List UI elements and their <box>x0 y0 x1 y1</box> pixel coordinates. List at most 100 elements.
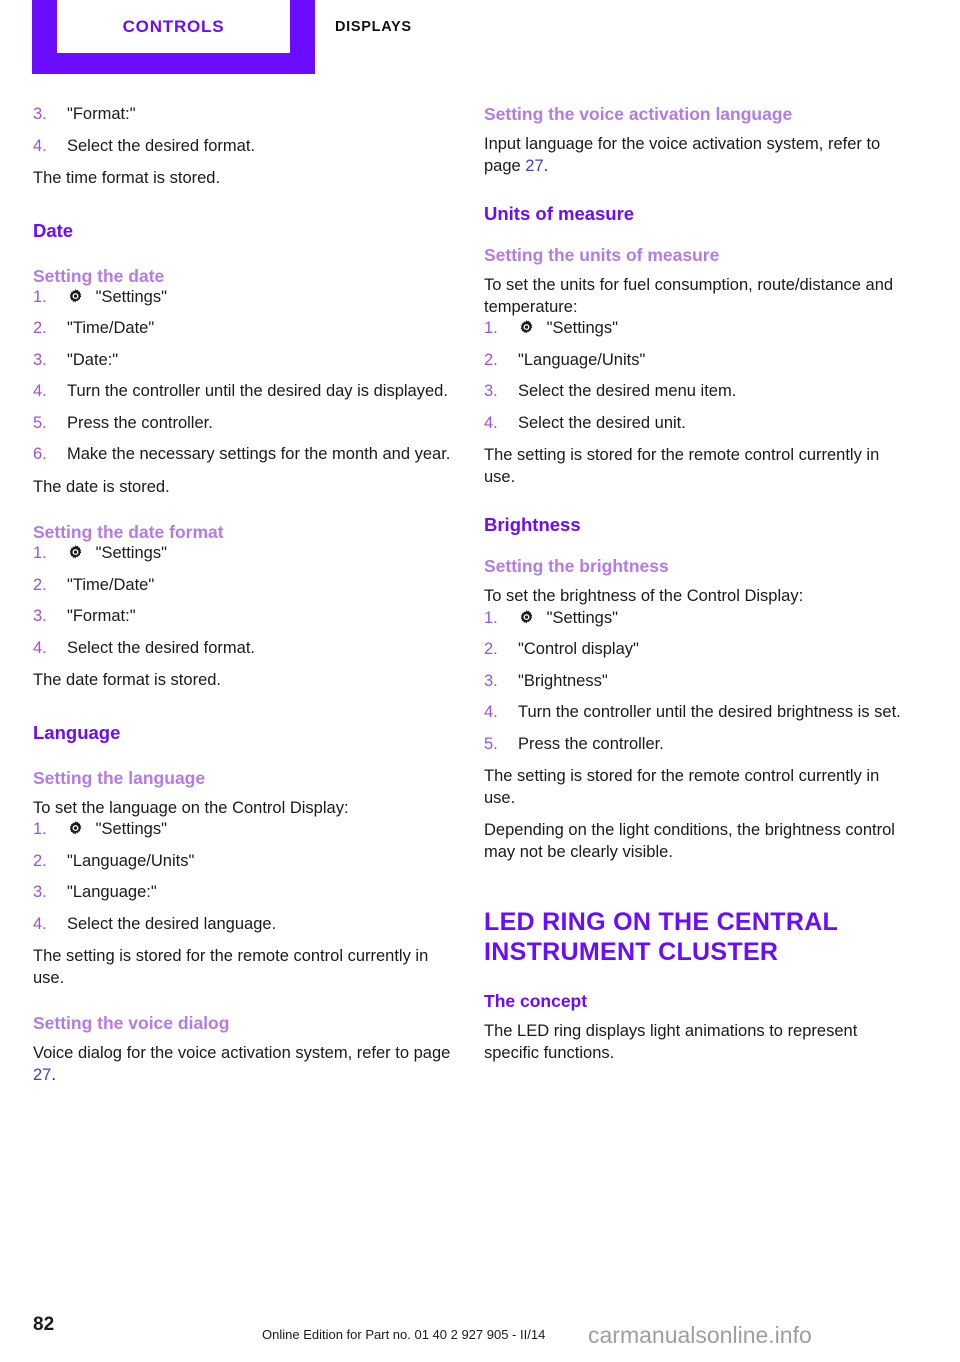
step-text: "Settings" <box>546 319 618 337</box>
tab-displays-label: DISPLAYS <box>335 18 412 35</box>
step-number: 5. <box>33 413 47 432</box>
step-text: "Language/Units" <box>67 851 195 870</box>
step-text: "Time/Date" <box>67 575 155 594</box>
step-number: 4. <box>484 703 498 721</box>
page-reference-link[interactable]: 27 <box>525 157 543 175</box>
step-text: Select the desired unit. <box>518 413 686 432</box>
step-text: Select the desired format. <box>67 638 256 657</box>
step-text: Select the desired language. <box>67 914 277 933</box>
step-number: 1. <box>484 608 498 627</box>
heading-setting-the-brightness: Setting the brightness <box>484 556 669 576</box>
heading-setting-voice-activation-language: Setting the voice activation language <box>484 104 793 124</box>
step-number: 4. <box>33 382 47 400</box>
list-item: 1. "Settings" <box>33 543 453 565</box>
step-number: 1. <box>484 319 498 337</box>
list-item: 4. Turn the controller until the desired… <box>484 702 904 724</box>
heading-setting-the-date-format: Setting the date format <box>33 522 224 542</box>
brightness-stored-text: The setting is stored for the remote con… <box>484 767 880 807</box>
step-number: 4. <box>33 914 47 933</box>
list-item: 1. "Settings" <box>33 287 453 309</box>
brightness-intro-text: To set the brightness of the Control Dis… <box>484 587 804 605</box>
step-text: "Time/Date" <box>67 319 155 337</box>
steps-units: 1. "Settings" 2. "Language/Units" 3. Sel… <box>484 318 904 434</box>
list-item: 3. "Brightness" <box>484 671 904 693</box>
list-item: 1. "Settings" <box>33 819 453 841</box>
page-footer: 82 Online Edition for Part no. 01 40 2 9… <box>0 1300 960 1362</box>
step-text: "Settings" <box>95 820 167 838</box>
step-number: 2. <box>484 350 498 369</box>
page-number: 82 <box>33 1314 55 1335</box>
voice-activation-text: Input language for the voice activation … <box>484 134 904 177</box>
edition-note: Online Edition for Part no. 01 40 2 927 … <box>262 1327 546 1342</box>
step-text: "Format:" <box>67 105 136 123</box>
step-text: "Language/Units" <box>518 350 646 369</box>
list-item: 2. "Time/Date" <box>33 318 453 340</box>
page-reference-link[interactable]: 27 <box>33 1066 51 1084</box>
list-item: 5. Press the controller. <box>484 734 904 756</box>
step-number: 3. <box>484 382 498 400</box>
step-number: 3. <box>33 883 47 901</box>
heading-setting-the-language: Setting the language <box>33 767 206 788</box>
list-item: 5. Press the controller. <box>33 413 453 435</box>
step-number: 2. <box>33 851 47 870</box>
step-number: 4. <box>484 413 498 432</box>
step-number: 3. <box>33 105 47 123</box>
step-text: "Format:" <box>67 607 136 625</box>
language-stored-text: The setting is stored for the remote con… <box>33 947 429 987</box>
watermark: carmanualsonline.info <box>588 1322 812 1348</box>
list-item: 4. Select the desired language. <box>33 914 453 936</box>
step-text: "Settings" <box>95 544 167 562</box>
heading-setting-the-units: Setting the units of measure <box>484 245 720 265</box>
gear-icon <box>518 319 535 336</box>
heading-date: Date <box>33 219 74 241</box>
list-item: 6. Make the necessary settings for the m… <box>33 444 453 466</box>
time-format-stored-text: The time format is stored. <box>33 169 221 187</box>
list-item: 4. Select the desired format. <box>33 638 453 660</box>
step-text: Press the controller. <box>518 734 664 753</box>
step-number: 3. <box>33 607 47 625</box>
step-text: "Settings" <box>95 287 167 306</box>
heading-setting-the-date: Setting the date <box>33 265 165 286</box>
step-number: 1. <box>33 544 47 562</box>
date-format-stored-text: The date format is stored. <box>33 671 222 689</box>
tab-controls[interactable]: CONTROLS <box>32 0 315 74</box>
steps-time-format: 3. "Format:" 4. Select the desired forma… <box>33 104 453 157</box>
concept-text: The LED ring displays light animations t… <box>484 1022 858 1062</box>
voice-dialog-text: Voice dialog for the voice activation sy… <box>33 1043 453 1086</box>
step-number: 1. <box>33 287 47 306</box>
step-text: Turn the controller until the desired br… <box>518 703 901 721</box>
gear-icon <box>518 609 535 626</box>
brightness-note-text: Depending on the light conditions, the b… <box>484 821 895 861</box>
tab-displays[interactable]: DISPLAYS <box>335 0 412 53</box>
units-intro-text: To set the units for fuel consumption, r… <box>484 276 894 316</box>
steps-language: 1. "Settings" 2. "Language/Units" 3. "La… <box>33 819 453 935</box>
list-item: 3. "Format:" <box>33 606 453 628</box>
step-text: Select the desired menu item. <box>518 382 737 400</box>
step-number: 3. <box>484 671 498 690</box>
language-intro-text: To set the language on the Control Displ… <box>33 798 349 817</box>
voice-dialog-text-after: . <box>51 1065 56 1084</box>
right-column: Setting the voice activation language In… <box>484 104 904 1064</box>
list-item: 3. "Format:" <box>33 104 453 126</box>
list-item: 2. "Time/Date" <box>33 575 453 597</box>
list-item: 2. "Control display" <box>484 639 904 661</box>
tab-controls-inner: CONTROLS <box>57 0 290 53</box>
step-number: 2. <box>484 640 498 658</box>
steps-setting-date: 1. "Settings" 2. "Time/Date" 3. "Date:" … <box>33 287 453 466</box>
step-number: 4. <box>33 136 47 155</box>
heading-brightness: Brightness <box>484 514 581 535</box>
step-text: "Control display" <box>518 640 639 658</box>
step-text: Turn the controller until the desired da… <box>67 382 448 400</box>
list-item: 2. "Language/Units" <box>33 851 453 873</box>
date-stored-text: The date is stored. <box>33 477 170 496</box>
heading-setting-the-voice-dialog: Setting the voice dialog <box>33 1013 230 1033</box>
step-number: 3. <box>33 350 47 369</box>
voice-activation-text-after: . <box>543 156 549 175</box>
list-item: 3. "Language:" <box>33 882 453 904</box>
left-column: 3. "Format:" 4. Select the desired forma… <box>33 104 453 1086</box>
gear-icon <box>67 820 84 837</box>
step-number: 1. <box>33 820 47 838</box>
step-text: "Language:" <box>67 883 157 901</box>
heading-language: Language <box>33 721 121 743</box>
list-item: 3. "Date:" <box>33 350 453 372</box>
